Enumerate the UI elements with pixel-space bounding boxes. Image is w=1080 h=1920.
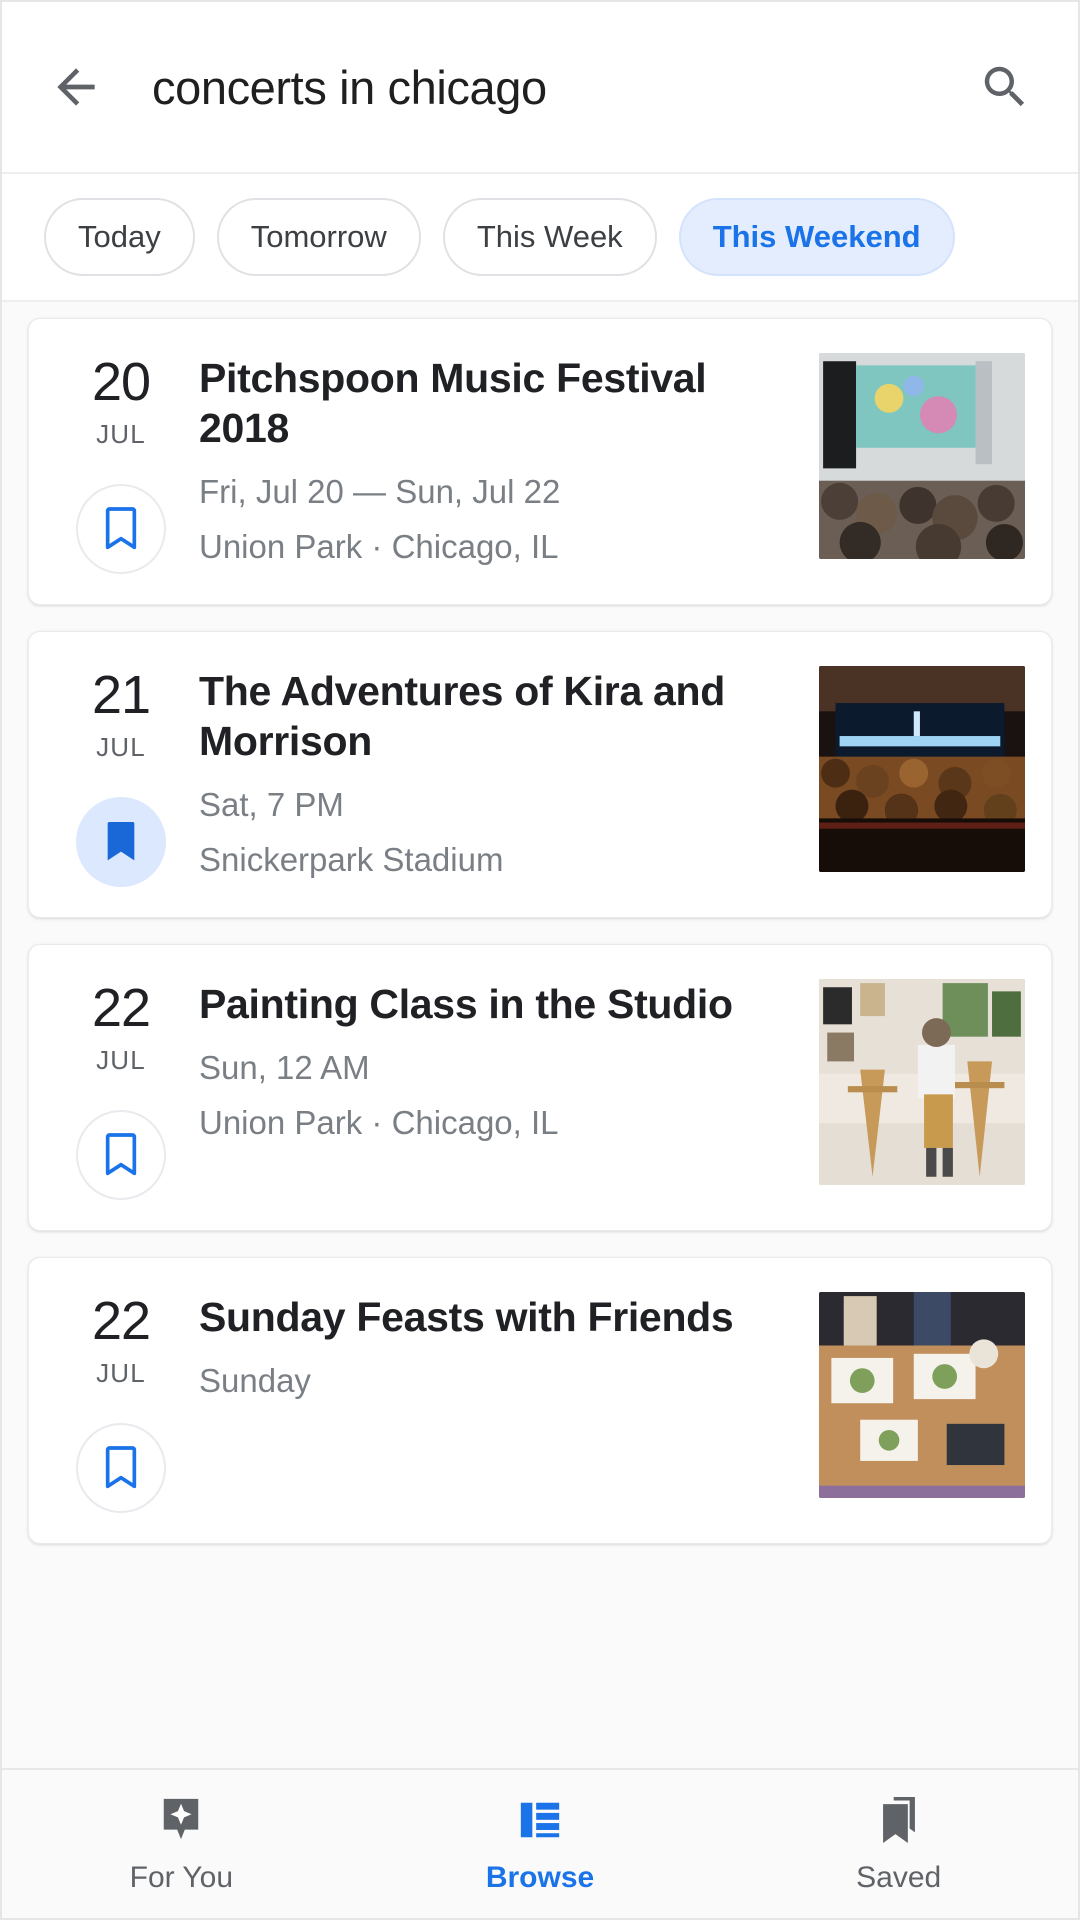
event-card[interactable]: 20 JUL Pitchspoon Music Festival 2018 Fr…: [28, 318, 1052, 605]
search-input[interactable]: concerts in chicago: [152, 60, 958, 115]
filter-chip-row: Today Tomorrow This Week This Weekend: [2, 174, 1078, 302]
event-title: Painting Class in the Studio: [199, 981, 733, 1027]
event-datetime: Sat, 7 PM: [199, 786, 344, 824]
filter-chip-tomorrow[interactable]: Tomorrow: [216, 198, 421, 276]
event-day: 22: [91, 1291, 151, 1351]
filter-chip-this-week[interactable]: This Week: [442, 198, 657, 276]
event-card[interactable]: 21 JUL The Adventures of Kira and Morris…: [28, 631, 1052, 918]
back-arrow-icon[interactable]: [48, 59, 104, 115]
event-month: JUL: [96, 1045, 146, 1075]
event-datetime: Fri, Jul 20 — Sun, Jul 22: [199, 473, 561, 511]
event-venue: Snickerpark Stadium: [199, 841, 504, 879]
bookmark-outline-icon[interactable]: [76, 1423, 166, 1513]
event-info: Painting Class in the Studio Sun, 12 AM …: [187, 979, 819, 1144]
event-info: The Adventures of Kira and Morrison Sat,…: [187, 666, 819, 881]
event-title: Pitchspoon Music Festival 2018: [199, 355, 707, 452]
tab-for-you[interactable]: For You: [2, 1793, 361, 1895]
event-month: JUL: [96, 419, 146, 449]
event-thumbnail[interactable]: [819, 666, 1025, 872]
event-datetime: Sunday: [199, 1362, 311, 1400]
tab-label-browse: Browse: [485, 1861, 595, 1894]
event-thumbnail[interactable]: [819, 979, 1025, 1185]
saved-bookmarks-icon: [876, 1793, 922, 1847]
event-info: Pitchspoon Music Festival 2018 Fri, Jul …: [187, 353, 819, 568]
tab-label-for-you: For You: [129, 1861, 234, 1894]
filter-chip-today[interactable]: Today: [44, 198, 195, 276]
event-thumbnail[interactable]: [819, 353, 1025, 559]
bookmark-outline-icon[interactable]: [76, 1110, 166, 1200]
search-bar: concerts in chicago: [2, 2, 1078, 174]
tab-saved[interactable]: Saved: [719, 1793, 1078, 1895]
event-date-column: 22 JUL: [55, 979, 187, 1200]
event-title: Sunday Feasts with Friends: [199, 1294, 734, 1340]
event-card[interactable]: 22 JUL Painting Class in the Studio Sun,…: [28, 944, 1052, 1231]
event-title: The Adventures of Kira and Morrison: [199, 668, 726, 765]
event-list[interactable]: 20 JUL Pitchspoon Music Festival 2018 Fr…: [2, 302, 1078, 1768]
bookmark-filled-icon[interactable]: [76, 797, 166, 887]
sparkle-badge-icon: [158, 1793, 204, 1847]
event-datetime: Sun, 12 AM: [199, 1049, 370, 1087]
event-day: 22: [91, 978, 151, 1038]
event-card[interactable]: 22 JUL Sunday Feasts with Friends Sunday: [28, 1257, 1052, 1544]
bookmark-outline-icon[interactable]: [76, 484, 166, 574]
event-thumbnail[interactable]: [819, 1292, 1025, 1498]
event-date-column: 21 JUL: [55, 666, 187, 887]
event-day: 20: [91, 352, 151, 412]
event-day: 21: [91, 665, 151, 725]
tab-label-saved: Saved: [856, 1861, 942, 1894]
event-info: Sunday Feasts with Friends Sunday: [187, 1292, 819, 1415]
event-month: JUL: [96, 732, 146, 762]
event-month: JUL: [96, 1358, 146, 1388]
app-screen: concerts in chicago Today Tomorrow This …: [0, 0, 1080, 1920]
list-view-icon: [517, 1793, 563, 1847]
bottom-tab-bar: For You Browse Saved: [2, 1768, 1078, 1918]
event-date-column: 20 JUL: [55, 353, 187, 574]
tab-browse[interactable]: Browse: [361, 1793, 720, 1895]
search-icon[interactable]: [978, 60, 1032, 114]
filter-chip-this-weekend[interactable]: This Weekend: [678, 198, 955, 276]
event-date-column: 22 JUL: [55, 1292, 187, 1513]
event-venue: Union Park · Chicago, IL: [199, 528, 559, 566]
event-venue: Union Park · Chicago, IL: [199, 1104, 559, 1142]
